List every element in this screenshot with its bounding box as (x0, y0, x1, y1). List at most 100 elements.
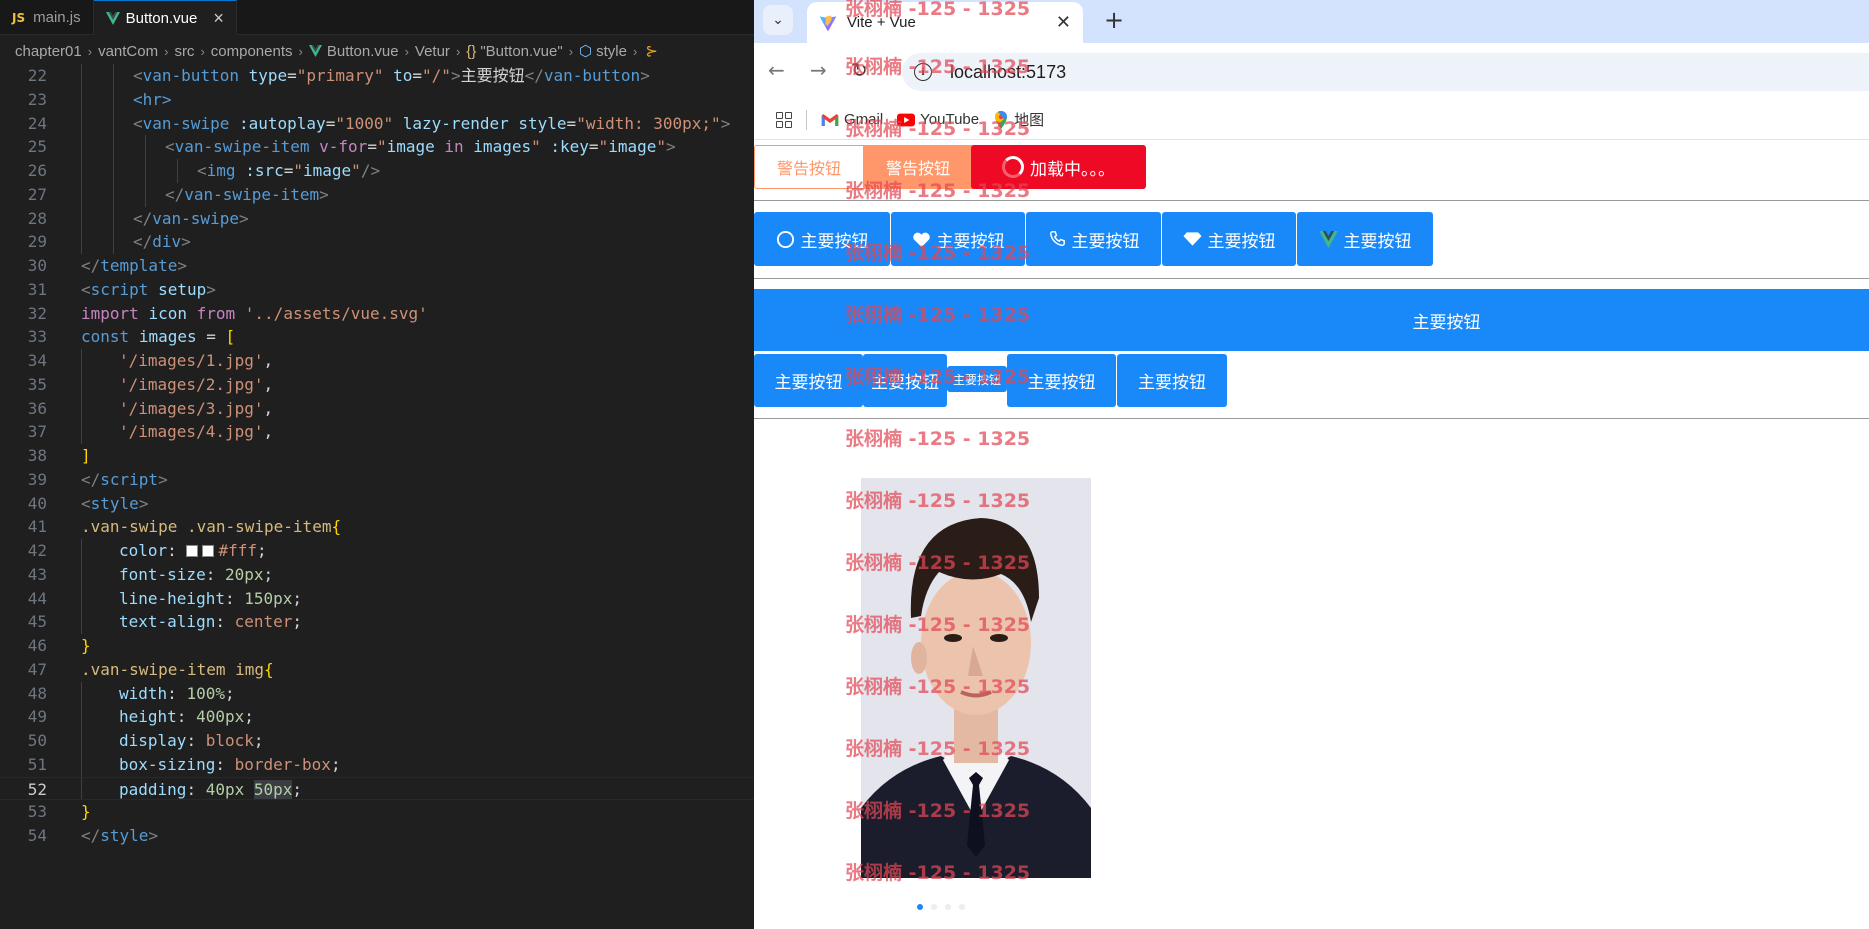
editor-tab-bar: JS main.js Button.vue × (0, 0, 754, 35)
breadcrumb-item[interactable]: src (174, 43, 194, 60)
line-text: '/images/3.jpg', (119, 398, 274, 418)
chevron-right-icon: › (632, 43, 638, 59)
loading-button[interactable]: 加载中。。。 (971, 145, 1146, 189)
code-line: 32 import icon from '../assets/vue.svg' (0, 302, 754, 326)
line-text: </van-swipe> (133, 208, 249, 228)
line-number: 30 (27, 256, 47, 275)
tab-search-button[interactable]: ⌄ (763, 5, 793, 35)
breadcrumb-item[interactable]: style (596, 43, 627, 60)
browser-tab-active[interactable]: Vite + Vue ✕ (807, 2, 1083, 43)
bookmark-youtube[interactable]: YouTube (897, 111, 979, 128)
line-number: 22 (27, 66, 47, 85)
code-line: 42 color: #fff; (0, 539, 754, 563)
primary-button-phone-icon[interactable]: 主要按钮 (1026, 212, 1161, 266)
swipe-indicator-dot[interactable] (917, 904, 923, 910)
line-text: width: 100%; (119, 683, 235, 703)
primary-button-small[interactable]: 主要按钮 (1007, 354, 1116, 407)
code-line: 47 .van-swipe-item img{ (0, 658, 754, 682)
line-text: line-height: 150px; (119, 588, 303, 608)
bookmarks-bar: Gmail YouTube 地图 (754, 100, 1869, 140)
code-line: 22 <van-button type="primary" to="/">主要按钮… (0, 64, 754, 88)
circle-icon (776, 230, 795, 249)
line-text: <img :src="image"/> (197, 161, 381, 180)
close-tab-icon[interactable]: × (213, 8, 224, 29)
line-text: import icon from '../assets/vue.svg' (81, 303, 428, 323)
line-number: 43 (27, 564, 47, 584)
swipe-indicators (917, 904, 965, 910)
code-editor[interactable]: JS main.js Button.vue × chapter01 › vantC… (0, 0, 754, 929)
code-line: 23 <hr> (0, 87, 754, 112)
line-text: <van-swipe-item v-for="image in images" … (165, 137, 676, 157)
line-number: 41 (27, 517, 47, 537)
phone-icon (1048, 230, 1066, 248)
line-text: .van-swipe-item img{ (81, 659, 274, 679)
line-number: 40 (27, 493, 47, 513)
primary-button-circle-icon[interactable]: 主要按钮 (754, 212, 890, 266)
bookmark-gmail[interactable]: Gmail (821, 111, 883, 128)
line-text: '/images/1.jpg', (119, 351, 274, 370)
code-line: 39 </script> (0, 468, 754, 492)
line-number: 51 (27, 754, 47, 774)
color-swatch[interactable] (202, 545, 215, 557)
line-number: 36 (27, 398, 47, 418)
breadcrumb-item[interactable]: chapter01 (15, 43, 82, 60)
chevron-right-icon: › (298, 43, 303, 59)
code-line: 43 font-size: 20px; (0, 562, 754, 587)
horizontal-rule (754, 418, 1869, 419)
code-line: 50 display: block; (0, 729, 754, 753)
swipe-indicator-dot[interactable] (945, 904, 951, 910)
code-line: 41 .van-swipe .van-swipe-item{ (0, 515, 754, 539)
primary-button-mini[interactable]: 主要按钮 (947, 366, 1007, 392)
close-tab-icon[interactable]: ✕ (1056, 12, 1071, 33)
line-number: 49 (27, 707, 47, 727)
line-number: 48 (27, 683, 47, 703)
line-text: text-align: center; (119, 612, 303, 632)
line-number: 42 (27, 541, 47, 560)
color-swatch[interactable] (186, 545, 199, 557)
primary-block-button[interactable]: 主要按钮 (754, 289, 1869, 351)
tab-button-vue[interactable]: Button.vue × (93, 0, 237, 35)
address-bar[interactable]: i localhost:5173 (902, 53, 1869, 91)
primary-button-link[interactable]: 主要按钮 (1117, 354, 1227, 407)
swipe-indicator-dot[interactable] (959, 904, 965, 910)
code-line: 28 </van-swipe> (0, 206, 754, 231)
tab-label: main.js (33, 9, 81, 26)
chevron-right-icon: › (404, 43, 409, 59)
js-file-icon: JS (12, 10, 26, 25)
breadcrumb-item[interactable]: Vetur (415, 43, 450, 60)
line-text: height: 400px; (119, 707, 254, 727)
line-text: <van-button type="primary" to="/">主要按钮</… (133, 66, 650, 85)
info-icon[interactable]: i (914, 63, 932, 81)
browser-tab-strip: ⌄ Vite + Vue ✕ + (754, 0, 1869, 43)
arrow-left-icon: ← (768, 58, 785, 82)
code-area[interactable]: 22 <van-button type="primary" to="/">主要按钮… (0, 64, 754, 848)
line-number: 37 (27, 422, 47, 442)
breadcrumb-item[interactable]: components (211, 43, 293, 60)
breadcrumb-item[interactable]: vantCom (98, 43, 158, 60)
vue-file-icon (105, 11, 120, 25)
warning-button[interactable]: 警告按钮 (863, 145, 973, 189)
apps-grid-icon[interactable] (776, 111, 792, 128)
warning-plain-button[interactable]: 警告按钮 (754, 145, 864, 189)
primary-button-normal[interactable]: 主要按钮 (863, 354, 947, 407)
back-button[interactable]: ← (768, 58, 785, 82)
loading-spinner-icon (1002, 156, 1024, 178)
swipe-item-image[interactable] (861, 478, 1091, 878)
new-tab-button[interactable]: + (1104, 6, 1124, 34)
breadcrumb-item[interactable]: Button.vue (327, 43, 399, 60)
code-line: 45 text-align: center; (0, 610, 754, 634)
primary-button-vue-icon[interactable]: 主要按钮 (1297, 212, 1433, 266)
primary-button-diamond-icon[interactable]: 主要按钮 (1162, 212, 1296, 266)
line-number: 24 (27, 113, 47, 133)
primary-button-large[interactable]: 主要按钮 (754, 354, 863, 407)
swipe-indicator-dot[interactable] (931, 904, 937, 910)
primary-button-heart-icon[interactable]: 主要按钮 (891, 212, 1025, 266)
breadcrumb-item[interactable]: "Button.vue" (480, 43, 562, 60)
code-line-current: 52 padding: 40px 50px; (0, 776, 754, 801)
tab-main-js[interactable]: JS main.js (0, 0, 94, 35)
horizontal-rule (754, 200, 1869, 201)
bookmark-maps[interactable]: 地图 (993, 109, 1044, 130)
reload-button[interactable]: ↻ (851, 58, 868, 82)
forward-button[interactable]: → (810, 58, 827, 82)
code-line: 26 <img :src="image"/> (0, 159, 754, 183)
